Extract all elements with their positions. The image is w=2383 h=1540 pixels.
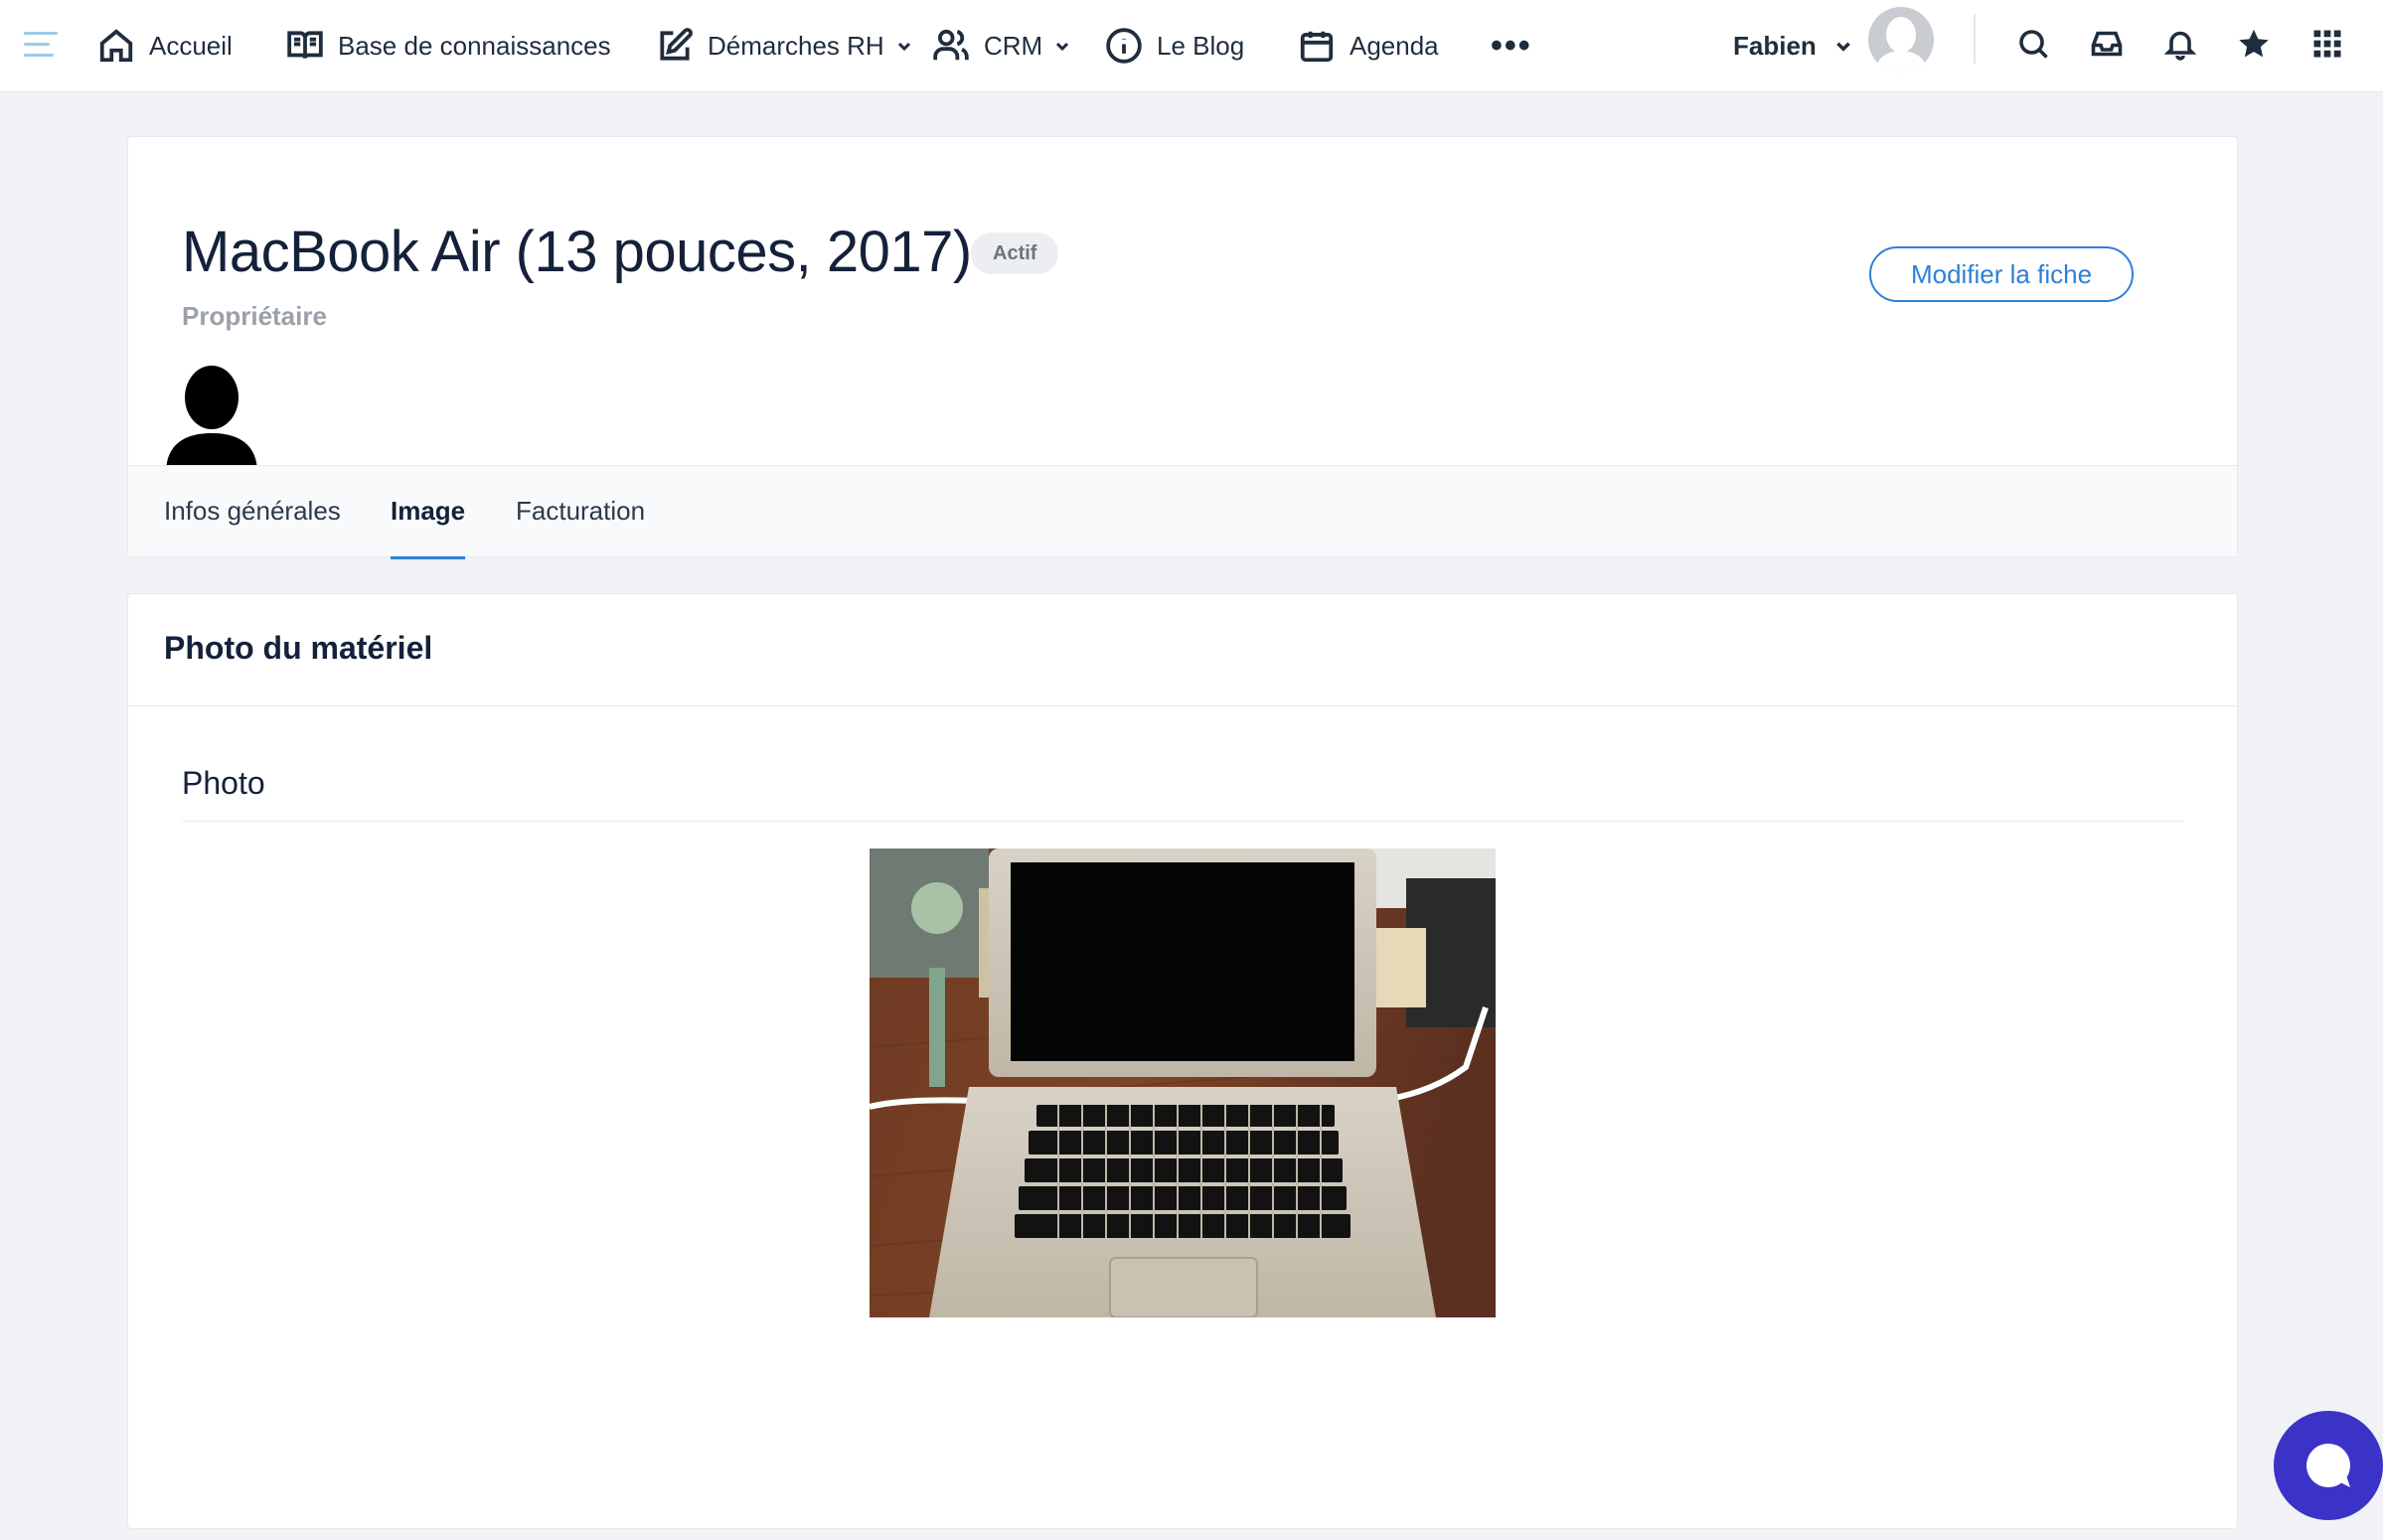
chat-bubble-icon xyxy=(2306,1444,2350,1487)
book-icon xyxy=(287,31,323,60)
apps-grid-icon[interactable] xyxy=(2302,18,2353,70)
nav-item-le-blog[interactable]: Le Blog xyxy=(1105,16,1244,76)
nav-item-label: Agenda xyxy=(1350,30,1439,61)
bell-icon[interactable] xyxy=(2154,18,2206,70)
nav-item-label: Le Blog xyxy=(1157,30,1245,61)
chevron-down-icon xyxy=(897,42,910,52)
photo-section-card: Photo du matériel Photo xyxy=(127,593,2238,1529)
equipment-photo[interactable] xyxy=(870,848,1496,1317)
chevron-down-icon xyxy=(1835,42,1850,52)
field-label-photo: Photo xyxy=(182,765,265,801)
nav-item-accueil[interactable]: Accueil xyxy=(97,16,233,76)
asset-header-card: MacBook Air (13 pouces, 2017) Actif Prop… xyxy=(127,136,2238,559)
top-navbar: Accueil Base de connaissances Démarches … xyxy=(0,0,2383,92)
divider xyxy=(128,705,2237,706)
divider xyxy=(1974,14,1976,64)
calendar-icon xyxy=(1300,31,1334,63)
menu-toggle-icon[interactable] xyxy=(24,24,60,64)
owner-avatar-icon[interactable] xyxy=(162,362,261,477)
avatar[interactable] xyxy=(1868,7,1934,73)
status-badge: Actif xyxy=(971,232,1059,274)
edit-icon xyxy=(660,28,693,61)
edit-record-button[interactable]: Modifier la fiche xyxy=(1869,246,2134,302)
star-icon[interactable] xyxy=(2228,18,2280,70)
nav-item-agenda[interactable]: Agenda xyxy=(1298,16,1439,76)
chat-button[interactable] xyxy=(2274,1411,2383,1520)
nav-item-crm[interactable]: CRM xyxy=(932,16,1070,76)
page-title: MacBook Air (13 pouces, 2017) xyxy=(182,220,972,284)
users-icon xyxy=(933,29,969,61)
search-icon[interactable] xyxy=(2007,18,2059,70)
nav-item-label: Accueil xyxy=(149,30,233,61)
user-name: Fabien xyxy=(1733,30,1817,61)
owner-label: Propriétaire xyxy=(182,301,327,331)
info-icon xyxy=(1106,28,1142,64)
chevron-down-icon xyxy=(1056,42,1069,52)
nav-item-label: Démarches RH xyxy=(708,30,884,61)
nav-item-label: Base de connaissances xyxy=(338,30,611,61)
home-icon xyxy=(99,29,133,63)
more-menu-icon[interactable]: ••• xyxy=(1491,16,1532,76)
nav-item-base-de-connaissances[interactable]: Base de connaissances xyxy=(286,16,611,76)
tab-image[interactable]: Image xyxy=(391,466,466,559)
section-title: Photo du matériel xyxy=(164,630,433,666)
inbox-icon[interactable] xyxy=(2081,18,2133,70)
user-menu[interactable]: Fabien xyxy=(1733,16,1852,76)
nav-item-demarches-rh[interactable]: Démarches RH xyxy=(656,16,912,76)
tab-infos-generales[interactable]: Infos générales xyxy=(164,466,341,557)
tab-bar: Infos générales Image Facturation xyxy=(128,465,2237,559)
tab-facturation[interactable]: Facturation xyxy=(516,466,645,557)
divider xyxy=(182,821,2183,822)
nav-item-label: CRM xyxy=(984,30,1043,61)
